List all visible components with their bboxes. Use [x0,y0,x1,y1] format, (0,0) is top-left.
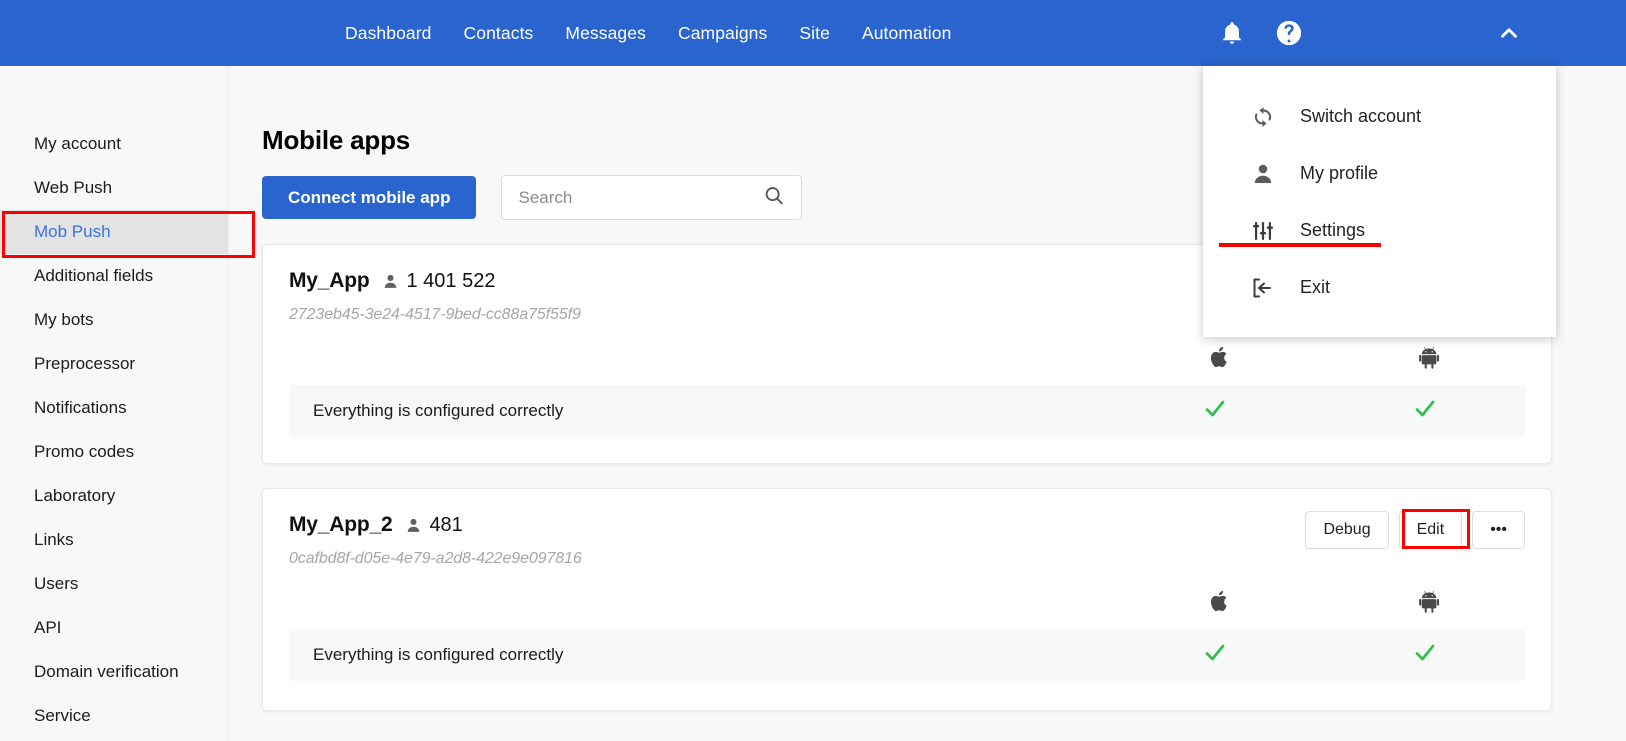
app-uuid: 0cafbd8f-d05e-4e79-a2d8-422e9e097816 [289,550,582,567]
sidebar-item-label: Mob Push [34,222,111,241]
debug-button[interactable]: Debug [1305,511,1389,549]
person-icon [405,517,422,534]
sidebar-item-web-push[interactable]: Web Push [0,166,228,210]
sidebar-item-links[interactable]: Links [0,518,228,562]
sidebar-item-label: My bots [34,310,94,329]
exit-icon [1248,276,1278,300]
page-title: Mobile apps [262,125,411,155]
nav-item-campaigns[interactable]: Campaigns [662,0,783,66]
sidebar-item-my-account[interactable]: My account [0,122,228,166]
settings-highlight-annotation [1219,243,1381,247]
more-options-button[interactable]: ••• [1472,511,1525,549]
sidebar-item-preprocessor[interactable]: Preprocessor [0,342,228,386]
chevron-up-icon[interactable] [1494,18,1524,48]
menu-item-label: Switch account [1300,106,1422,126]
sidebar-item-label: Web Push [34,178,113,197]
edit-button[interactable]: Edit [1398,511,1463,549]
notification-bell-icon[interactable] [1217,18,1247,48]
sidebar-item-label: Domain verification [34,662,179,681]
ios-status-check-icon [1203,641,1227,670]
search-icon[interactable] [763,184,785,211]
apple-icon [1203,589,1237,613]
android-icon [1413,589,1447,613]
menu-item-label: Exit [1300,277,1331,297]
sidebar-item-service[interactable]: Service [0,694,228,738]
top-navigation-bar: Dashboard Contacts Messages Campaigns Si… [0,0,1626,66]
platform-icon-row [263,345,1551,377]
sidebar-item-api[interactable]: API [0,606,228,650]
menu-item-label: My profile [1300,163,1379,183]
switch-account-icon [1248,105,1278,129]
sidebar-item-domain-verification[interactable]: Domain verification [0,650,228,694]
sliders-icon [1248,219,1278,243]
platform-icon-row [263,589,1551,621]
menu-item-settings[interactable]: Settings [1203,202,1556,259]
toolbar: Connect mobile app [262,175,803,220]
nav-item-messages[interactable]: Messages [549,0,662,66]
app-name: My_App_2 [289,513,393,536]
person-icon [382,273,399,290]
app-card-header: My_App_2 481 [289,513,463,537]
sidebar-item-mob-push[interactable]: Mob Push [0,210,228,254]
subscriber-count: 1 401 522 [406,269,496,292]
sidebar-item-label: API [34,618,62,637]
sidebar-item-notifications[interactable]: Notifications [0,386,228,430]
sidebar-item-label: Additional fields [34,266,154,285]
main-nav: Dashboard Contacts Messages Campaigns Si… [345,0,967,66]
sidebar-item-label: Laboratory [34,486,116,505]
menu-item-label: Settings [1300,220,1366,240]
app-status-row: Everything is configured correctly [289,629,1525,681]
sidebar-item-laboratory[interactable]: Laboratory [0,474,228,518]
app-card: My_App_2 481 0cafbd8f-d05e-4e79-a2d8-422… [262,488,1552,711]
nav-item-dashboard[interactable]: Dashboard [345,0,448,66]
sidebar-item-label: Promo codes [34,442,135,461]
sidebar-item-label: Service [34,706,91,725]
app-card-header: My_App 1 401 522 [289,269,495,293]
sidebar-item-promo-codes[interactable]: Promo codes [0,430,228,474]
sidebar-item-label: My account [34,134,121,153]
sidebar-item-users[interactable]: Users [0,562,228,606]
menu-item-my-profile[interactable]: My profile [1203,145,1556,202]
search-box[interactable] [501,175,803,220]
nav-item-contacts[interactable]: Contacts [448,0,550,66]
app-card-actions: Debug Edit ••• [1305,511,1525,549]
person-icon [1248,162,1278,186]
ios-status-check-icon [1203,397,1227,426]
connect-mobile-app-button[interactable]: Connect mobile app [262,176,477,219]
sidebar-item-label: Preprocessor [34,354,136,373]
apple-icon [1203,345,1237,369]
menu-item-exit[interactable]: Exit [1203,259,1556,316]
help-circle-icon[interactable] [1274,18,1304,48]
nav-item-automation[interactable]: Automation [846,0,968,66]
android-status-check-icon [1413,641,1437,670]
nav-item-site[interactable]: Site [783,0,846,66]
android-icon [1413,345,1447,369]
sidebar: My account Web Push Mob Push Additional … [0,66,229,741]
subscriber-count: 481 [429,513,463,536]
search-input[interactable] [502,176,743,219]
menu-item-switch-account[interactable]: Switch account [1203,88,1556,145]
status-text: Everything is configured correctly [313,645,564,664]
app-status-row: Everything is configured correctly [289,385,1525,437]
sidebar-item-my-bots[interactable]: My bots [0,298,228,342]
account-dropdown-menu: Switch account My profile Settings Exit [1203,66,1556,337]
app-name: My_App [289,269,370,292]
status-text: Everything is configured correctly [313,401,564,420]
sidebar-item-additional-fields[interactable]: Additional fields [0,254,228,298]
sidebar-item-label: Users [34,574,79,593]
app-uuid: 2723eb45-3e24-4517-9bed-cc88a75f55f9 [289,306,581,323]
sidebar-item-label: Links [34,530,74,549]
sidebar-item-label: Notifications [34,398,127,417]
android-status-check-icon [1413,397,1437,426]
